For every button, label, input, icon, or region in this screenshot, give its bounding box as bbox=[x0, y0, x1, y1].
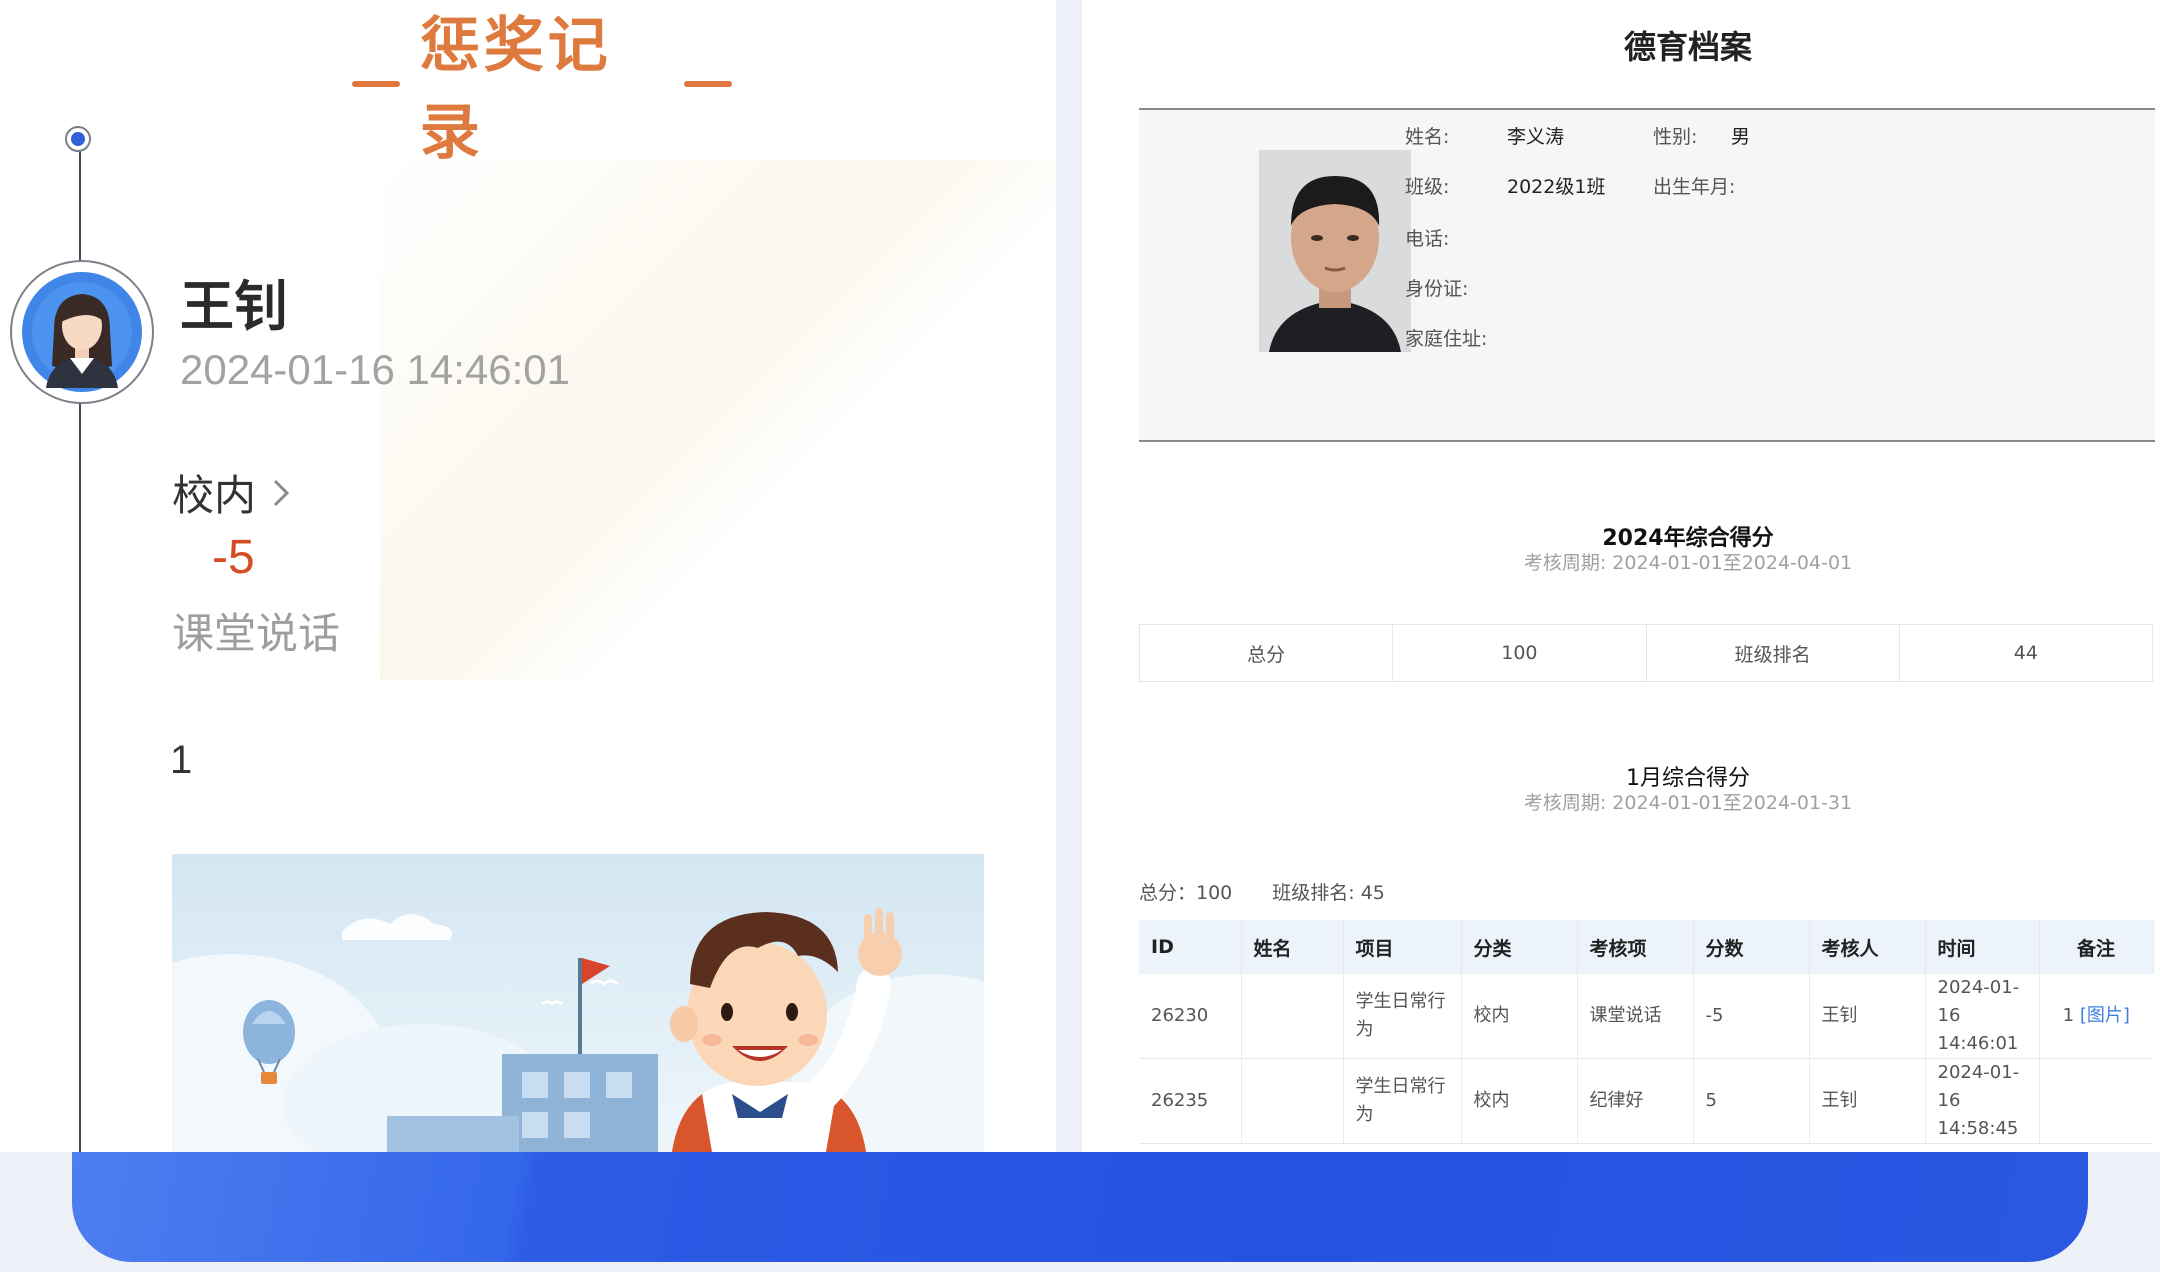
banner-highlight bbox=[72, 1152, 552, 1262]
record-remark: 1 bbox=[170, 738, 193, 782]
cell-project: 学生日常行为 bbox=[1343, 974, 1462, 1059]
col-time[interactable]: 时间 bbox=[1925, 920, 2040, 974]
cell-time: 2024-01-16 14:58:45 bbox=[1925, 1058, 2040, 1144]
cell-remark bbox=[2039, 1058, 2153, 1144]
gender-label: 性别: bbox=[1653, 126, 1698, 148]
col-remark[interactable]: 备注 bbox=[2039, 920, 2154, 974]
monthly-period: 考核周期: 2024-01-01至2024-01-31 bbox=[1523, 792, 1853, 814]
cell-category: 校内 bbox=[1461, 1058, 1578, 1144]
cell-id: 26230 bbox=[1139, 974, 1242, 1059]
cell-assessor: 王钊 bbox=[1809, 1058, 1926, 1144]
id-card-label: 身份证: bbox=[1405, 278, 1469, 300]
col-item[interactable]: 考核项 bbox=[1577, 920, 1694, 974]
student-photo bbox=[1259, 150, 1411, 352]
reward-punishment-panel: 惩奖记录 王钊 2024-01-16 14:46:01 校内 -5 课堂说话 1 bbox=[0, 0, 1056, 1152]
score-records-table: ID 姓名 项目 分类 考核项 分数 考核人 时间 备注 26230 学生日常行… bbox=[1139, 920, 2154, 1144]
female-avatar-icon[interactable] bbox=[10, 260, 154, 404]
timeline-node-icon bbox=[65, 126, 91, 152]
monthly-summary: 总分：100 班级排名: 45 bbox=[1139, 878, 1385, 905]
cell-category: 校内 bbox=[1461, 974, 1578, 1059]
title-decor-right bbox=[684, 81, 732, 87]
cell-time: 2024-01-16 14:46:01 bbox=[1925, 974, 2040, 1059]
cell-score: 5 bbox=[1693, 1058, 1810, 1144]
yearly-period: 考核周期: 2024-01-01至2024-04-01 bbox=[1523, 552, 1853, 574]
class-value: 2022级1班 bbox=[1507, 176, 1606, 198]
category-link[interactable]: 校内 bbox=[172, 462, 296, 523]
phone-label: 电话: bbox=[1405, 228, 1450, 250]
section-header: 惩奖记录 bbox=[352, 12, 732, 166]
total-value: 100 bbox=[1393, 625, 1647, 681]
gender-value: 男 bbox=[1731, 126, 1751, 148]
yearly-summary-table: 总分 100 班级排名 44 bbox=[1139, 624, 2153, 682]
address-label: 家庭住址: bbox=[1405, 328, 1488, 350]
birth-label: 出生年月: bbox=[1653, 176, 1736, 198]
cell-assessor: 王钊 bbox=[1809, 974, 1926, 1059]
cell-name bbox=[1241, 1058, 1344, 1144]
cell-remark: 1 [图片] bbox=[2039, 974, 2153, 1059]
col-category[interactable]: 分类 bbox=[1461, 920, 1578, 974]
record-datetime: 2024-01-16 14:46:01 bbox=[180, 346, 570, 393]
bottom-banner bbox=[72, 1152, 2088, 1262]
table-row[interactable]: 26235 学生日常行为 校内 纪律好 5 王钊 2024-01-16 14:5… bbox=[1139, 1058, 2153, 1144]
cell-score: -5 bbox=[1693, 974, 1810, 1059]
cell-item: 纪律好 bbox=[1577, 1058, 1694, 1144]
col-name[interactable]: 姓名 bbox=[1241, 920, 1344, 974]
col-assessor[interactable]: 考核人 bbox=[1809, 920, 1926, 974]
name-label: 姓名: bbox=[1405, 126, 1450, 148]
rank-label: 班级排名 bbox=[1647, 625, 1900, 681]
class-label: 班级: bbox=[1405, 176, 1450, 198]
name-value: 李义涛 bbox=[1507, 126, 1565, 148]
monthly-total: 总分：100 bbox=[1139, 882, 1233, 904]
title-decor-left bbox=[352, 81, 400, 87]
cell-project: 学生日常行为 bbox=[1343, 1058, 1462, 1144]
score-value: -5 bbox=[212, 531, 255, 584]
category-label: 校内 bbox=[172, 471, 257, 520]
cell-item: 课堂说话 bbox=[1577, 974, 1694, 1059]
chevron-right-icon bbox=[273, 479, 290, 506]
moral-education-record-panel: 德育档案 姓名: 李义涛 性别: 男 班级: 2022级1班 出生年月: 电话:… bbox=[1082, 0, 2160, 1152]
table-header-row: ID 姓名 项目 分类 考核项 分数 考核人 时间 备注 bbox=[1139, 920, 2154, 974]
remark-number: 1 bbox=[2062, 1005, 2075, 1026]
student-profile-card: 姓名: 李义涛 性别: 男 班级: 2022级1班 出生年月: 电话: 身份证:… bbox=[1139, 108, 2155, 442]
col-project[interactable]: 项目 bbox=[1343, 920, 1462, 974]
record-reason: 课堂说话 bbox=[172, 609, 341, 658]
document-title: 德育档案 bbox=[1623, 28, 1752, 66]
boy-waving-illustration[interactable] bbox=[172, 854, 984, 1152]
rank-value: 44 bbox=[2013, 642, 2038, 664]
cell-id: 26235 bbox=[1139, 1058, 1242, 1144]
section-title: 惩奖记录 bbox=[419, 12, 612, 166]
image-link[interactable]: [图片] bbox=[2080, 1005, 2130, 1026]
monthly-rank: 班级排名: 45 bbox=[1272, 882, 1385, 904]
total-label: 总分 bbox=[1140, 625, 1394, 681]
table-row[interactable]: 26230 学生日常行为 校内 课堂说话 -5 王钊 2024-01-16 14… bbox=[1139, 974, 2153, 1059]
background-sheen bbox=[380, 160, 1056, 680]
col-score[interactable]: 分数 bbox=[1693, 920, 1810, 974]
assessor-name: 王钊 bbox=[180, 277, 288, 337]
col-id[interactable]: ID bbox=[1139, 920, 1242, 974]
cell-name bbox=[1241, 974, 1344, 1059]
